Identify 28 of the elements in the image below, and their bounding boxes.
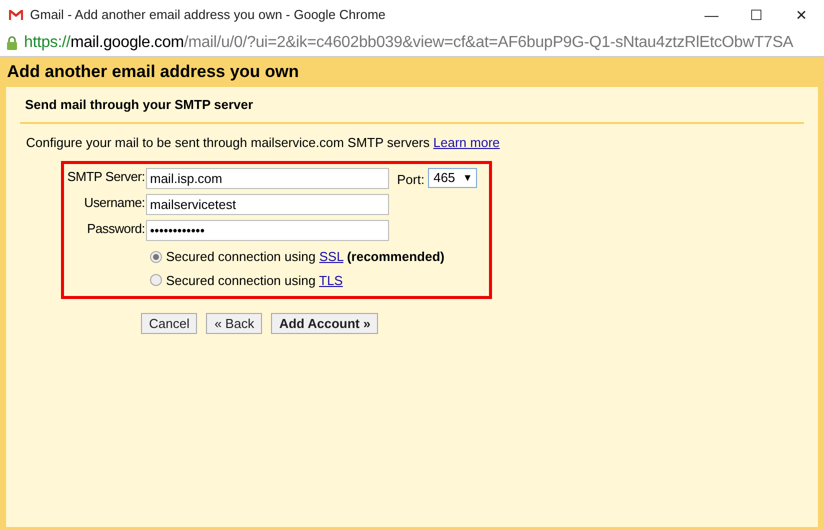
- field-label: Password:: [86, 220, 146, 238]
- input-field[interactable]: mailservicetest: [146, 194, 389, 215]
- address-bar[interactable]: https://mail.google.com/mail/u/0/?ui=2&ik=c4602bb039&view=cf&at=AF6bupP9G-Q1-sNtau4ztzRlEtcObwT7SA: [24, 31, 794, 55]
- input-field[interactable]: ••••••••••••: [146, 220, 389, 241]
- close-button[interactable]: ✕: [779, 0, 824, 30]
- radio-button[interactable]: [150, 250, 162, 263]
- section-title: Send mail through your SMTP server: [20, 95, 804, 124]
- input-field[interactable]: mail.isp.com: [146, 168, 389, 189]
- add-account-button[interactable]: Add Account »: [271, 313, 378, 334]
- mail-icon: [8, 9, 24, 21]
- form-button[interactable]: Cancel: [141, 313, 198, 334]
- port-label: Port:: [397, 171, 424, 189]
- window-title: Gmail - Add another email address you own - Google Chrome: [30, 6, 386, 24]
- page-header: Add another email address you own: [0, 57, 824, 87]
- field-label: Username:: [83, 194, 146, 212]
- radio-label: Secured connection using SSL (recommended): [166, 248, 444, 266]
- minimize-button[interactable]: —: [689, 0, 734, 30]
- protocol-link[interactable]: TLS: [319, 272, 343, 288]
- maximize-button[interactable]: ☐: [734, 0, 779, 30]
- lock-icon: [6, 36, 18, 50]
- field-label: SMTP Server:: [66, 168, 146, 186]
- radio-button[interactable]: [150, 274, 162, 286]
- description: Configure your mail to be sent through mailservice.com SMTP servers: [26, 134, 431, 150]
- form-button[interactable]: « Back: [206, 313, 262, 334]
- radio-label: Secured connection using TLS: [166, 272, 343, 290]
- protocol-link[interactable]: SSL: [319, 249, 344, 264]
- learn-more-link[interactable]: Learn more: [433, 134, 500, 150]
- port-select[interactable]: 465 ▼: [428, 168, 478, 188]
